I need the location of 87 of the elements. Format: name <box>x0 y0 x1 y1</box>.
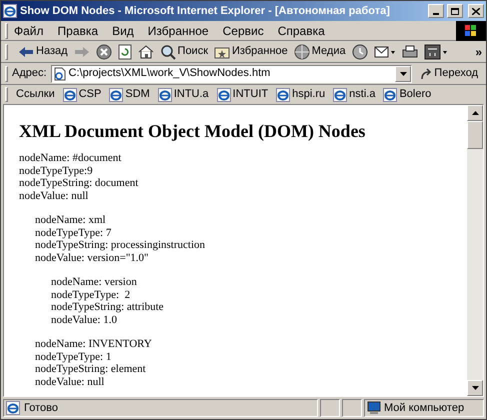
scroll-down-button[interactable] <box>467 380 483 396</box>
edit-button[interactable] <box>424 44 448 60</box>
menu-item[interactable]: Правка <box>58 22 98 40</box>
dropdown-button[interactable] <box>395 66 412 82</box>
status-panel <box>342 399 362 417</box>
favorites-button[interactable]: Избранное <box>214 43 288 60</box>
node-property-text: nodeTypeString: processinginstruction <box>35 239 206 252</box>
scroll-thumb[interactable] <box>467 121 483 149</box>
caret-icon <box>400 72 407 76</box>
caret-icon <box>472 386 478 390</box>
menu-item[interactable]: Справка <box>278 22 325 40</box>
scroll-up-button[interactable] <box>467 105 483 121</box>
link-button[interactable]: nsti.a <box>333 86 376 103</box>
left-arrow-icon <box>18 46 34 58</box>
print-button[interactable] <box>402 44 418 58</box>
browser-icon <box>109 88 124 102</box>
search-button[interactable]: Поиск <box>160 43 208 60</box>
menu-item[interactable]: Файл <box>14 22 44 40</box>
back-button[interactable]: Назад <box>18 43 68 60</box>
stop-button[interactable] <box>96 44 112 60</box>
node-property-text: nodeTypeType: 7 <box>35 226 112 239</box>
node-property-text: nodeName: #document <box>19 152 122 164</box>
more-chevron[interactable]: » <box>475 42 482 60</box>
window-title: Show DOM Nodes - Microsoft Internet Explorer - [Автономная работа] <box>20 4 391 19</box>
link-button[interactable]: Bolero <box>383 86 432 103</box>
search-icon <box>160 44 176 60</box>
maximize-button[interactable] <box>447 4 463 18</box>
page-icon <box>54 66 66 80</box>
node-property-text: nodeValue: null <box>35 376 106 388</box>
node-property-text: nodeTypeType:9 <box>19 164 94 177</box>
browser-icon <box>333 88 348 102</box>
link-button[interactable]: CSP <box>62 86 102 103</box>
page-heading: XML Document Object Model (DOM) Nodes <box>19 120 366 142</box>
browser-icon <box>62 88 77 102</box>
globe-icon <box>294 44 310 60</box>
node-property-text: nodeValue: 1.0 <box>51 314 118 326</box>
menu-item[interactable]: Вид <box>112 22 134 40</box>
address-field[interactable]: C:\projects\XML\work_V\ShowNodes.htm <box>50 64 412 82</box>
mail-icon <box>374 44 396 58</box>
scrollbar[interactable] <box>467 105 483 396</box>
close-icon <box>472 8 480 14</box>
node-property-text: nodeTypeString: attribute <box>51 301 165 314</box>
printer-icon <box>402 44 418 58</box>
node-property-text: nodeTypeString: element <box>35 363 147 376</box>
link-button[interactable]: INTU.a <box>158 86 209 103</box>
node-property-text: nodeValue: null <box>19 190 90 202</box>
node-property-text: nodeTypeString: document <box>19 177 140 190</box>
menu-item[interactable]: Избранное <box>148 22 209 40</box>
zone-panel: Мой компьютер <box>364 399 484 417</box>
browser-icon <box>3 4 17 18</box>
mail-button[interactable] <box>374 44 396 58</box>
computer-icon <box>367 401 381 415</box>
node-property-text: nodeTypeType: 2 <box>51 288 132 301</box>
menu-item[interactable]: Сервис <box>222 22 264 40</box>
browser-icon <box>158 88 172 102</box>
link-button[interactable]: hspi.ru <box>276 86 326 103</box>
close-button[interactable] <box>468 4 484 18</box>
browser-icon <box>216 88 231 102</box>
status-panel: Готово <box>3 399 318 417</box>
refresh-icon <box>118 44 132 60</box>
node-property-text: nodeName: version <box>51 276 138 288</box>
node-property-text: nodeTypeType: 1 <box>35 350 112 363</box>
node-property-text: nodeValue: version="1.0" <box>35 252 150 264</box>
go-button[interactable]: Переход <box>416 65 482 82</box>
history-button[interactable] <box>352 44 368 60</box>
minimize-button[interactable] <box>428 4 444 18</box>
browser-icon <box>6 401 20 415</box>
home-icon <box>138 44 154 60</box>
up-caret-icon <box>472 111 478 115</box>
link-button[interactable]: INTUIT <box>216 86 268 103</box>
arrow-icon <box>420 68 432 80</box>
status-panel <box>320 399 340 417</box>
right-arrow-icon <box>74 46 90 58</box>
browser-icon <box>383 88 398 102</box>
node-property-text: nodeName: xml <box>35 214 107 226</box>
stop-icon <box>96 44 112 60</box>
link-button[interactable]: SDM <box>109 86 150 103</box>
browser-icon <box>276 88 290 102</box>
address-label: Адрес: <box>12 66 47 82</box>
home-button[interactable] <box>138 44 154 60</box>
windows-flag-icon <box>465 24 477 36</box>
edit-icon <box>424 44 448 60</box>
refresh-button[interactable] <box>118 44 132 60</box>
media-button[interactable]: Медиа <box>294 43 346 60</box>
links-label: Ссылки <box>16 87 55 102</box>
clock-icon <box>352 44 368 60</box>
node-property-text: nodeName: INVENTORY <box>35 338 153 350</box>
